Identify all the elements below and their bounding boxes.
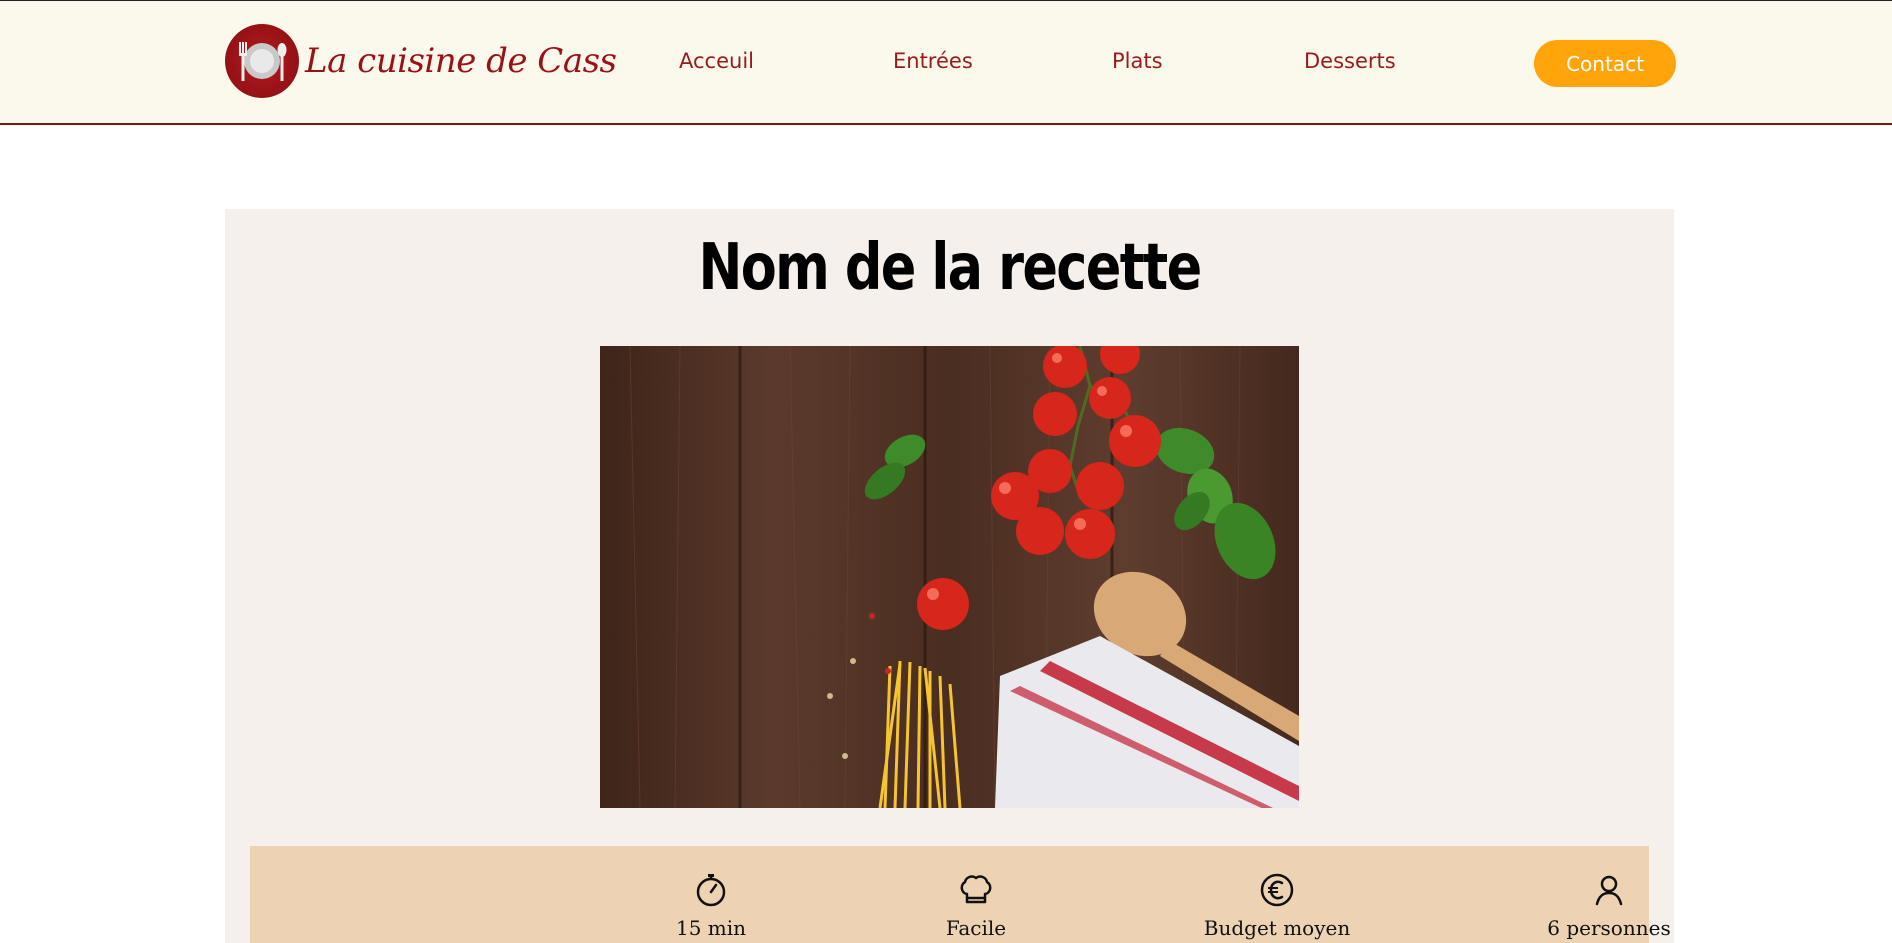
chef-hat-icon bbox=[960, 875, 992, 904]
nav-item-desserts[interactable]: Desserts bbox=[1304, 49, 1396, 73]
nav-item-acceuil[interactable]: Acceuil bbox=[679, 49, 754, 73]
site-header: La cuisine de Cass Acceuil Entrées Plats… bbox=[0, 0, 1892, 125]
info-budget-label: Budget moyen bbox=[1203, 916, 1351, 940]
info-people: 6 personnes bbox=[1509, 872, 1709, 940]
info-people-label: 6 personnes bbox=[1547, 916, 1671, 940]
info-time-label: 15 min bbox=[675, 916, 747, 940]
info-difficulty: Facile bbox=[876, 872, 1076, 940]
stopwatch-icon bbox=[696, 874, 726, 907]
recipe-photo bbox=[600, 346, 1299, 808]
recipe-card: Nom de la recette 15 min Facile Budget m… bbox=[225, 209, 1674, 943]
info-budget: Budget moyen bbox=[1177, 872, 1377, 940]
nav-item-plats[interactable]: Plats bbox=[1112, 49, 1163, 73]
food-photo-icon bbox=[600, 346, 1299, 808]
person-icon bbox=[1595, 875, 1623, 906]
euro-icon bbox=[1260, 873, 1294, 907]
contact-button[interactable]: Contact bbox=[1534, 40, 1676, 87]
info-difficulty-label: Facile bbox=[945, 916, 1007, 940]
info-time: 15 min bbox=[611, 872, 811, 940]
nav-item-entrees[interactable]: Entrées bbox=[893, 49, 973, 73]
recipe-title: Nom de la recette bbox=[698, 231, 1202, 305]
recipe-info-bar: 15 min Facile Budget moyen 6 personnes bbox=[250, 846, 1671, 943]
